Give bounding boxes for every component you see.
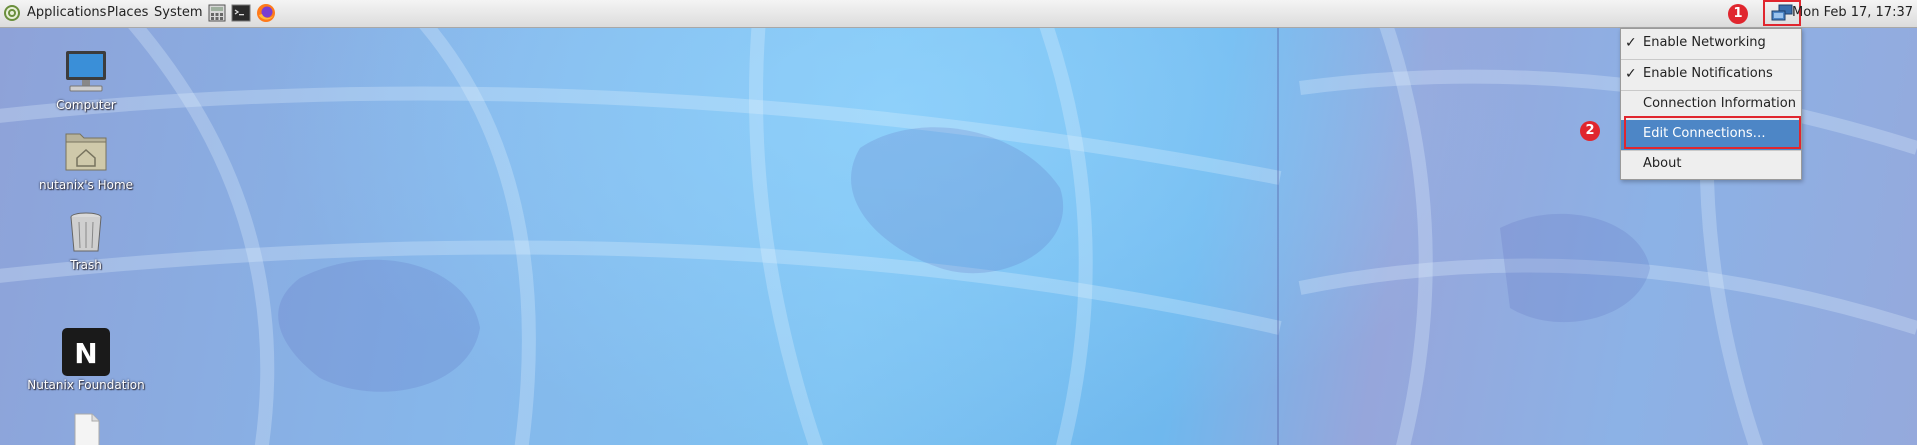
places-menu[interactable]: Places (107, 5, 148, 20)
firefox-launcher-icon[interactable] (256, 3, 276, 23)
desktop-icon-nutanix-foundation[interactable]: N Nutanix Foundation (26, 328, 146, 392)
terminal-launcher-icon[interactable] (231, 3, 251, 23)
calculator-launcher-icon[interactable] (207, 3, 227, 23)
nutanix-icon: N (62, 328, 110, 376)
file-icon (74, 413, 100, 445)
desktop-icon-label: Computer (56, 98, 116, 112)
desktop-icon-label: Trash (70, 258, 102, 272)
step-2-badge: 2 (1580, 121, 1600, 141)
menu-item-label: Connection Information (1643, 96, 1796, 111)
menu-item-enable-notifications[interactable]: ✓ Enable Notifications (1621, 60, 1801, 90)
checkmark-icon: ✓ (1625, 35, 1637, 51)
computer-icon (66, 51, 106, 92)
distro-logo-icon[interactable] (3, 4, 21, 22)
desktop-icon-label: nutanix's Home (38, 178, 134, 192)
network-applet-menu: ✓ Enable Networking ✓ Enable Notificatio… (1620, 28, 1802, 180)
step-1-badge: 1 (1728, 4, 1748, 24)
menu-item-enable-networking[interactable]: ✓ Enable Networking (1621, 29, 1801, 59)
panel-clock[interactable]: Mon Feb 17, 17:37 (1792, 5, 1913, 20)
desktop-icon-trash[interactable]: Trash (26, 208, 146, 272)
checkmark-icon: ✓ (1625, 66, 1637, 82)
menu-item-label: Enable Networking (1643, 35, 1766, 50)
desktop-icon-computer[interactable]: Computer (26, 48, 146, 112)
system-menu[interactable]: System (154, 5, 202, 20)
home-folder-icon (65, 133, 107, 171)
menu-item-label: About (1643, 156, 1682, 171)
top-panel: Applications Places System 1 Mon Feb 17,… (0, 0, 1917, 28)
applications-menu[interactable]: Applications (27, 5, 106, 20)
trash-icon (70, 212, 102, 252)
desktop-icon-label: Nutanix Foundation (27, 378, 145, 392)
network-manager-icon[interactable] (1770, 4, 1794, 22)
desktop-icon-home[interactable]: nutanix's Home (26, 128, 146, 192)
edit-connections-highlight (1624, 116, 1801, 149)
menu-item-about[interactable]: About (1621, 150, 1801, 180)
monitor-seam (1277, 28, 1279, 445)
menu-item-label: Enable Notifications (1643, 66, 1773, 81)
desktop-icon-file[interactable] (26, 412, 146, 445)
svg-text:N: N (74, 337, 97, 370)
